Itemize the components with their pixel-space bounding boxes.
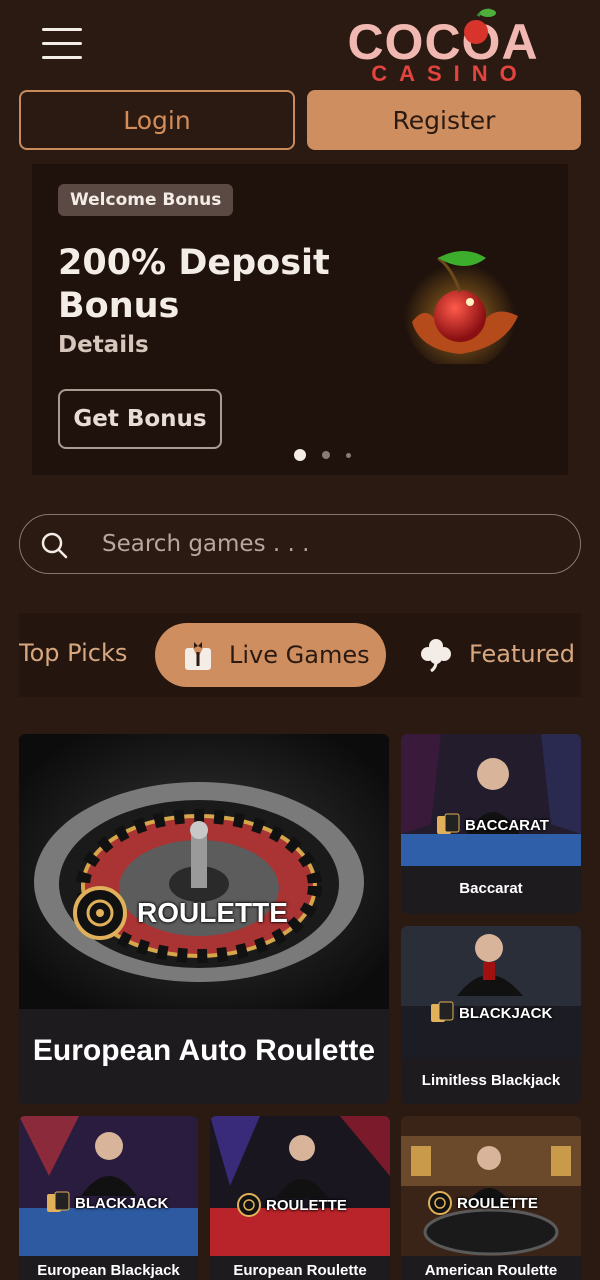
roulette-tag-label: ROULETTE — [457, 1194, 538, 1212]
tab-top-picks[interactable]: Top Picks — [19, 639, 127, 667]
baccarat-tag-label: BACCARAT — [465, 816, 549, 834]
menu-line — [42, 56, 82, 59]
cards-icon — [437, 813, 460, 834]
cards-icon — [47, 1191, 70, 1212]
roulette-tag: ROULETTE — [236, 1192, 347, 1218]
carousel-dot[interactable] — [294, 449, 306, 461]
promo-banner[interactable]: Welcome Bonus 200% Deposit Bonus Details… — [32, 164, 568, 475]
logo-subtitle: CASINO — [371, 61, 529, 86]
blackjack-thumbnail — [401, 926, 581, 1058]
game-title: Limitless Blackjack — [421, 1072, 561, 1089]
blackjack-tag: BLACKJACK — [45, 1190, 168, 1216]
game-card-limitless-blackjack[interactable]: BLACKJACK Limitless Blackjack — [401, 926, 581, 1104]
welcome-bonus-badge: Welcome Bonus — [58, 184, 234, 216]
game-card-european-auto-roulette[interactable]: ROULETTE European Auto Roulette — [19, 734, 389, 1104]
roulette-thumbnail — [401, 1116, 581, 1256]
search-input[interactable] — [102, 525, 542, 563]
banner-title: 200% Deposit Bonus — [58, 243, 330, 326]
cards-icon — [431, 1001, 454, 1022]
tab-featured[interactable]: Featured G — [417, 635, 581, 673]
details-link[interactable]: Details — [58, 332, 149, 358]
tab-featured-label: Featured G — [469, 640, 581, 668]
game-card-european-blackjack[interactable]: BLACKJACK European Blackjack — [19, 1116, 198, 1280]
roulette-icon — [428, 1191, 452, 1215]
roulette-tag: ROULETTE — [73, 886, 288, 940]
search-bar[interactable] — [19, 514, 581, 574]
clover-icon — [421, 639, 451, 673]
dealer-icon — [185, 642, 211, 670]
tab-live-games[interactable]: Live Games — [155, 623, 386, 687]
cherry-icon — [464, 8, 496, 44]
cocoa-casino-logo[interactable]: COCOA CASINO — [338, 8, 548, 88]
get-bonus-button[interactable]: Get Bonus — [58, 389, 222, 449]
category-tabs: Top Picks Live Games Featured G — [19, 613, 581, 697]
register-button[interactable]: Register — [307, 90, 581, 150]
carousel-dot[interactable] — [322, 451, 330, 459]
game-title: European Blackjack — [37, 1262, 180, 1279]
blackjack-thumbnail — [19, 1116, 198, 1256]
game-title: Baccarat — [459, 880, 523, 897]
carousel-dots — [294, 449, 367, 461]
roulette-icon — [237, 1193, 261, 1217]
roulette-wheel-thumbnail — [19, 734, 389, 1009]
blackjack-tag-label: BLACKJACK — [75, 1194, 169, 1212]
blackjack-tag-label: BLACKJACK — [459, 1004, 553, 1022]
menu-line — [42, 42, 82, 45]
baccarat-thumbnail — [401, 734, 581, 866]
game-card-baccarat[interactable]: BACCARAT Baccarat — [401, 734, 581, 914]
roulette-tag: ROULETTE — [427, 1190, 538, 1216]
baccarat-tag: BACCARAT — [435, 812, 549, 838]
game-title: European Auto Roulette — [32, 1034, 376, 1067]
roulette-icon — [73, 886, 127, 940]
carousel-dot[interactable] — [346, 452, 351, 458]
roulette-tag-label: ROULETTE — [137, 897, 288, 928]
login-button[interactable]: Login — [19, 90, 295, 150]
menu-line — [42, 28, 82, 31]
search-icon — [41, 532, 68, 559]
roulette-thumbnail — [210, 1116, 390, 1256]
game-title: American Roulette — [424, 1262, 558, 1279]
game-card-european-roulette[interactable]: ROULETTE European Roulette — [210, 1116, 390, 1280]
game-card-american-roulette[interactable]: ROULETTE American Roulette — [401, 1116, 581, 1280]
tab-live-games-label: Live Games — [229, 641, 370, 669]
chocolate-cherry-icon — [404, 251, 518, 364]
menu-button[interactable] — [42, 28, 82, 62]
blackjack-tag: BLACKJACK — [429, 1000, 552, 1026]
roulette-tag-label: ROULETTE — [266, 1196, 347, 1214]
game-title: European Roulette — [233, 1262, 367, 1279]
